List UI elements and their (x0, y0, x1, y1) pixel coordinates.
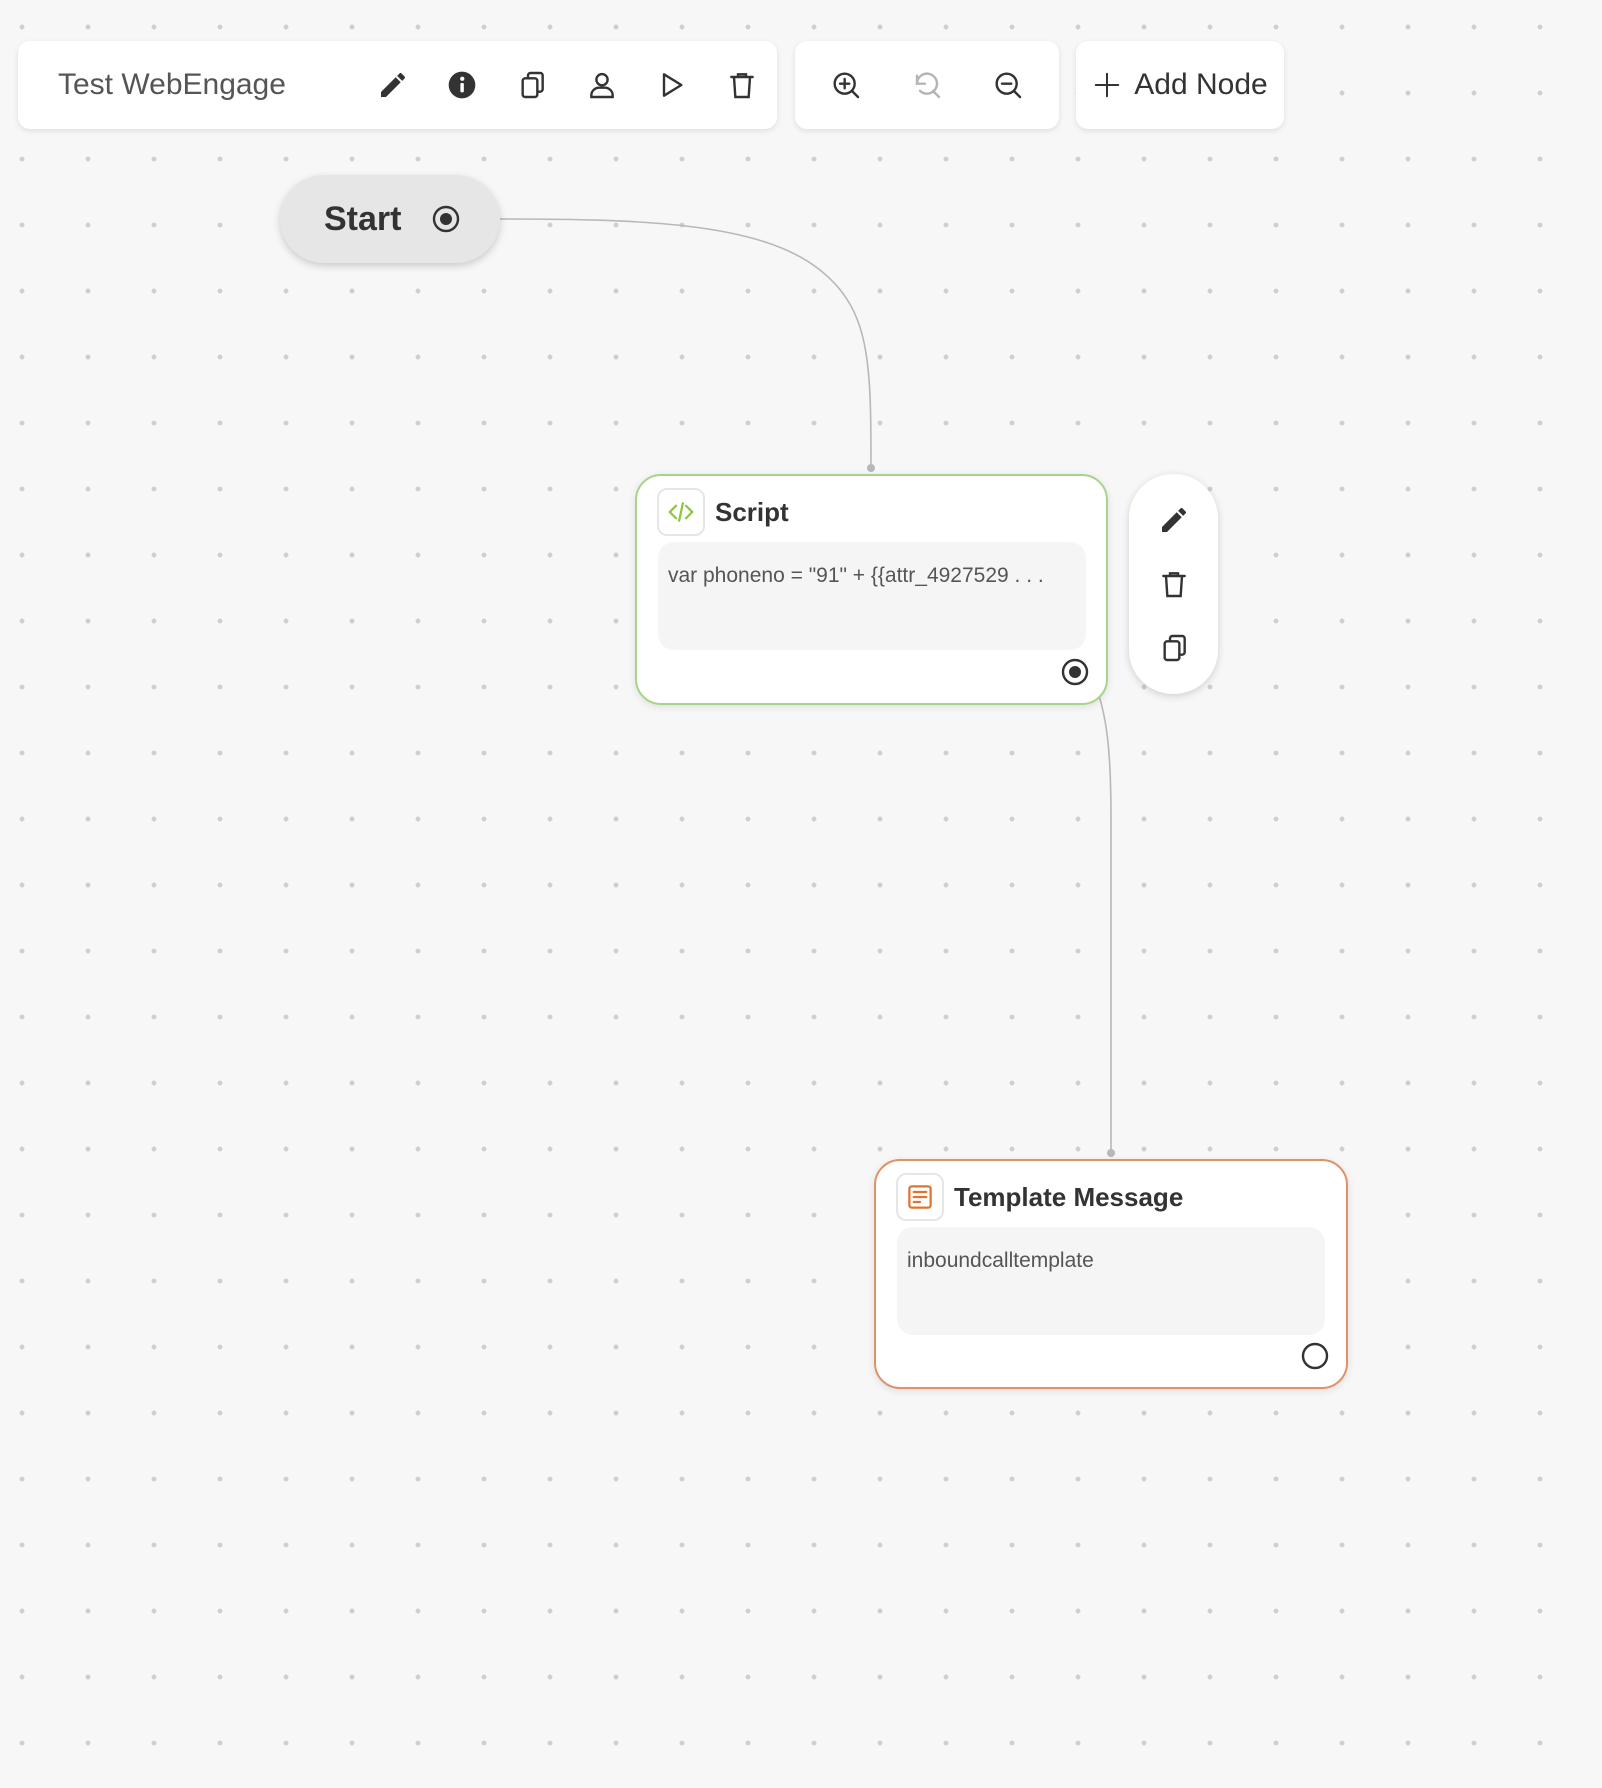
node-action-bar (1129, 474, 1218, 694)
copy-icon (1162, 634, 1186, 662)
edit-flow-button[interactable] (358, 50, 428, 120)
add-node-label: Add Node (1134, 68, 1268, 101)
play-icon (662, 73, 683, 97)
reset-zoom-button[interactable] (887, 50, 967, 120)
flow-edges (499, 218, 1115, 1157)
flow-users-button[interactable] (567, 50, 637, 120)
template-output-handle-icon[interactable] (1300, 1341, 1330, 1371)
edit-node-button[interactable] (1144, 492, 1204, 548)
add-node-button[interactable]: Add Node (1076, 41, 1284, 129)
template-node-title: Template Message (954, 1181, 1184, 1212)
edge-target-handle-template (1107, 1149, 1115, 1157)
zoom-in-icon (833, 72, 859, 99)
edge-start-to-script (499, 218, 872, 469)
zoom-out-button[interactable] (968, 50, 1048, 120)
trash-icon (730, 73, 754, 99)
user-icon (590, 72, 615, 99)
zoom-out-icon (995, 72, 1022, 99)
template-icon (908, 1185, 932, 1209)
code-icon (668, 502, 694, 522)
info-icon (449, 71, 476, 99)
edge-target-handle-script (867, 464, 875, 472)
script-node-icon-box (657, 488, 705, 536)
edge-script-to-template (1096, 689, 1112, 1153)
template-node-icon-box (896, 1173, 944, 1221)
trash-icon (1161, 572, 1186, 598)
zoom-toolbar (795, 41, 1059, 129)
run-flow-button[interactable] (637, 50, 707, 120)
delete-node-button[interactable] (1144, 556, 1204, 612)
edit-icon (380, 73, 405, 97)
duplicate-flow-button[interactable] (497, 50, 567, 120)
reset-zoom-icon (915, 72, 941, 99)
edit-icon (1161, 508, 1186, 532)
start-node[interactable]: Start (280, 175, 500, 263)
flow-toolbar: Test WebEngage (18, 41, 777, 129)
script-node-header: Script (657, 488, 789, 536)
template-node-preview: inboundcalltemplate (897, 1227, 1325, 1335)
flow-info-button[interactable] (427, 50, 497, 120)
start-label: Start (324, 199, 402, 238)
plus-icon (1095, 72, 1120, 98)
duplicate-node-button[interactable] (1144, 620, 1204, 676)
template-message-node[interactable]: Template Message inboundcalltemplate (874, 1159, 1348, 1389)
script-node-preview: var phoneno = "91" + {{attr_4927529 . . … (658, 542, 1086, 650)
delete-flow-button[interactable] (707, 50, 777, 120)
script-node-title: Script (715, 496, 789, 527)
copy-icon (521, 71, 545, 99)
template-node-header: Template Message (896, 1173, 1183, 1221)
start-output-handle-icon[interactable] (431, 204, 461, 234)
script-output-handle-icon[interactable] (1060, 657, 1090, 687)
script-node[interactable]: Script var phoneno = "91" + {{attr_49275… (635, 474, 1108, 705)
zoom-in-button[interactable] (806, 50, 886, 120)
flow-name[interactable]: Test WebEngage (58, 68, 358, 102)
